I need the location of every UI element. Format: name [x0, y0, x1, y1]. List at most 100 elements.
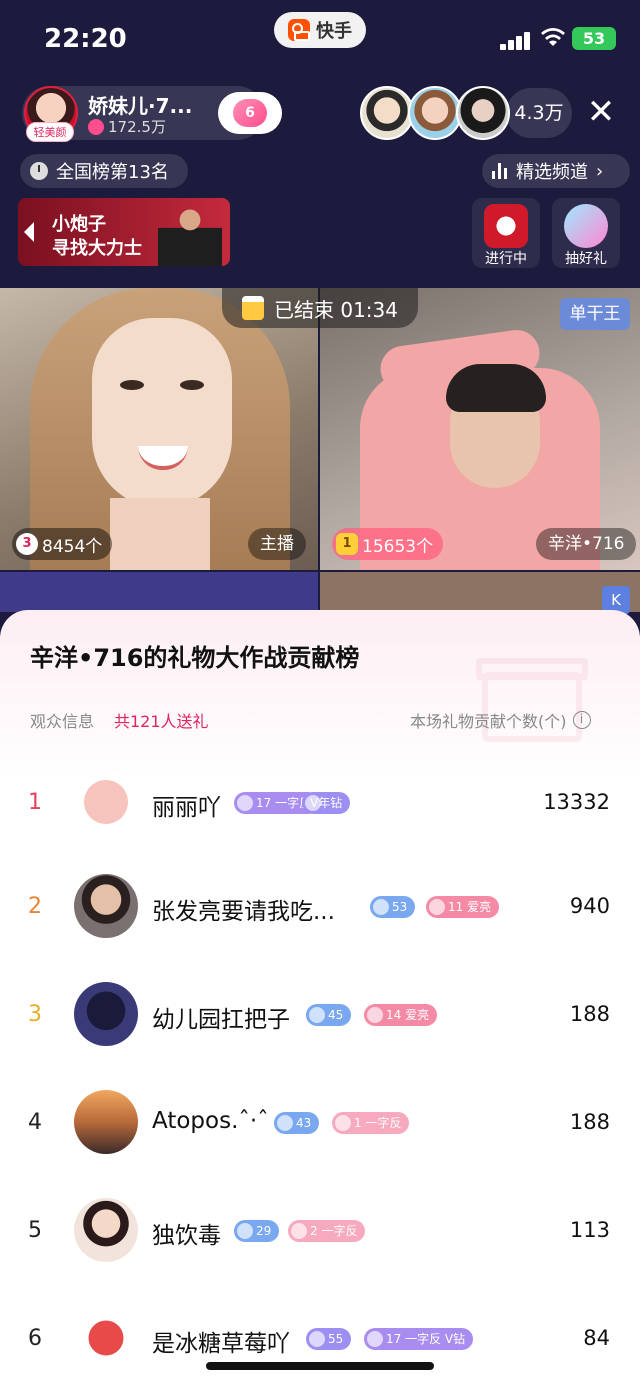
status-bar: 22:20 快手 53 [0, 0, 640, 80]
user-name[interactable]: 张发亮要请我吃... [152, 892, 335, 926]
banner-line2: 寻找大力士 [52, 238, 142, 259]
rank-number: 5 [28, 1218, 42, 1243]
user-name[interactable]: Atopos.ˆ·ˆ [152, 1108, 269, 1134]
opponent-gift-count[interactable]: 1 15653个 [332, 528, 444, 560]
opponent-gift-count-text: 15653个 [362, 536, 434, 557]
gift-count: 84 [583, 1326, 610, 1350]
gift-count: 940 [569, 894, 610, 918]
featured-channel[interactable]: 精选频道 › [482, 154, 630, 188]
ranking-row[interactable]: 5 独饮毒 29 2 一字反 113 [0, 1198, 640, 1268]
gift-count: 188 [569, 1002, 610, 1026]
host-rank-badge: 3 [16, 533, 38, 555]
rank-number: 6 [28, 1326, 42, 1351]
contribution-sheet: 辛洋•716的礼物大作战贡献榜 观众信息 共121人送礼 本场礼物贡献个数(个)… [0, 610, 640, 1386]
viewer-avatar[interactable] [456, 86, 510, 140]
lucky-gift-button[interactable]: 抽好礼 [552, 198, 620, 268]
level-badge: 53 [370, 896, 416, 918]
gift-count: 188 [569, 1110, 610, 1134]
battle-status: 已结束 01:34 [222, 288, 418, 328]
audience-info-label: 观众信息 [30, 712, 95, 731]
ongoing-button[interactable]: 进行中 [472, 198, 540, 268]
gift-count: 13332 [543, 790, 610, 814]
host-gift-count[interactable]: 3 8454个 [12, 528, 113, 560]
level-badge: 45 [306, 1004, 352, 1026]
ranking-row[interactable]: 3 幼儿园扛把子 45 14 爱亮 188 [0, 982, 640, 1052]
event-banner[interactable]: 小炮子 寻找大力士 [18, 198, 230, 266]
fan-badge: 11 爱亮 [426, 896, 500, 918]
host-gift-count-text: 8454个 [42, 536, 103, 557]
gift-count-header-text: 本场礼物贡献个数(个) [410, 712, 567, 731]
kuaishou-logo-icon [288, 19, 310, 41]
fan-badge: 17 一字反 V钻 [364, 1328, 474, 1350]
battle-status-text: 已结束 01:34 [274, 297, 398, 322]
rank-number: 2 [28, 894, 42, 919]
bar-chart-icon [492, 163, 508, 179]
app-name: 快手 [316, 21, 352, 42]
viewer-count[interactable]: 4.3万 [506, 88, 572, 138]
ranking-row[interactable]: 2 张发亮要请我吃... 53 11 爱亮 940 [0, 874, 640, 944]
user-name[interactable]: 是冰糖草莓吖 [152, 1324, 290, 1358]
banner-person-image [158, 202, 222, 266]
sheet-title: 辛洋•716的礼物大作战贡献榜 [30, 644, 360, 672]
level-badge: 43 [274, 1112, 320, 1134]
lucky-gift-label: 抽好礼 [565, 251, 607, 267]
level-badge: 55 [306, 1328, 352, 1350]
user-name[interactable]: 独饮毒 [152, 1216, 221, 1250]
user-avatar[interactable] [74, 874, 138, 938]
viewer-avatar[interactable] [360, 86, 414, 140]
vip-badge: V年钻 [302, 792, 351, 814]
banner-line1: 小炮子 [52, 214, 106, 235]
gift-count-header: 本场礼物贡献个数(个) i [410, 708, 591, 732]
ranking-row[interactable]: 1 丽丽吖 17 一字反 V年钻 13332 [0, 770, 640, 840]
gifter-count: 共121人送礼 [114, 712, 209, 731]
home-indicator[interactable] [206, 1362, 434, 1370]
chevron-right-icon: › [596, 160, 604, 182]
battery-indicator: 53 [572, 27, 616, 50]
rank-number: 3 [28, 1002, 42, 1027]
national-rank[interactable]: 全国榜第13名 [20, 154, 188, 188]
host-name[interactable]: 娇妹儿·7... [88, 90, 192, 119]
wifi-icon [541, 28, 565, 46]
user-avatar[interactable] [74, 1198, 138, 1262]
ongoing-label: 进行中 [485, 251, 527, 267]
status-time: 22:20 [44, 24, 127, 54]
close-icon[interactable]: ✕ [584, 94, 618, 130]
ranking-row[interactable]: 4 Atopos.ˆ·ˆ 43 1 一字反 188 [0, 1090, 640, 1160]
gift-icon [564, 204, 608, 248]
video-tile[interactable] [0, 572, 318, 612]
fan-badge: 1 一字反 [332, 1112, 410, 1134]
host-info[interactable]: 轻美颜 娇妹儿·7... 172.5万 6 [22, 86, 282, 142]
chevron-left-icon[interactable] [24, 222, 34, 242]
user-name[interactable]: 丽丽吖 [152, 788, 221, 822]
rank-number: 1 [28, 790, 42, 815]
user-name[interactable]: 幼儿园扛把子 [152, 1000, 290, 1034]
viewer-avatar[interactable] [408, 86, 462, 140]
solo-king-tag: 单干王 [560, 298, 630, 330]
heart-icon [88, 118, 104, 135]
follow-button[interactable]: 6 [218, 92, 282, 134]
host-role-tag: 主播 [248, 528, 306, 560]
gift-count: 113 [569, 1218, 610, 1242]
app-indicator[interactable]: 快手 [274, 12, 366, 48]
opponent-name-tag: 辛洋•716 [536, 528, 637, 560]
ongoing-icon [484, 204, 528, 248]
beauty-tag: 轻美颜 [26, 122, 74, 142]
fan-badge: 14 爱亮 [364, 1004, 438, 1026]
user-avatar[interactable] [74, 1306, 138, 1370]
video-tile[interactable] [320, 572, 640, 612]
user-avatar[interactable] [74, 770, 138, 834]
cellular-signal-icon [500, 30, 532, 50]
beer-icon [242, 296, 264, 320]
info-icon[interactable]: i [572, 711, 591, 729]
user-avatar[interactable] [74, 982, 138, 1046]
clock-icon [30, 162, 48, 180]
featured-channel-label: 精选频道 [516, 162, 588, 183]
host-likes-count: 172.5万 [108, 118, 166, 136]
fan-badge: 2 一字反 [288, 1220, 366, 1242]
level-badge: 29 [234, 1220, 280, 1242]
user-avatar[interactable] [74, 1090, 138, 1154]
rank-number: 4 [28, 1110, 42, 1135]
national-rank-label: 全国榜第13名 [56, 162, 169, 183]
host-likes: 172.5万 [88, 116, 166, 137]
fan-level-badge: 6 [233, 99, 267, 127]
